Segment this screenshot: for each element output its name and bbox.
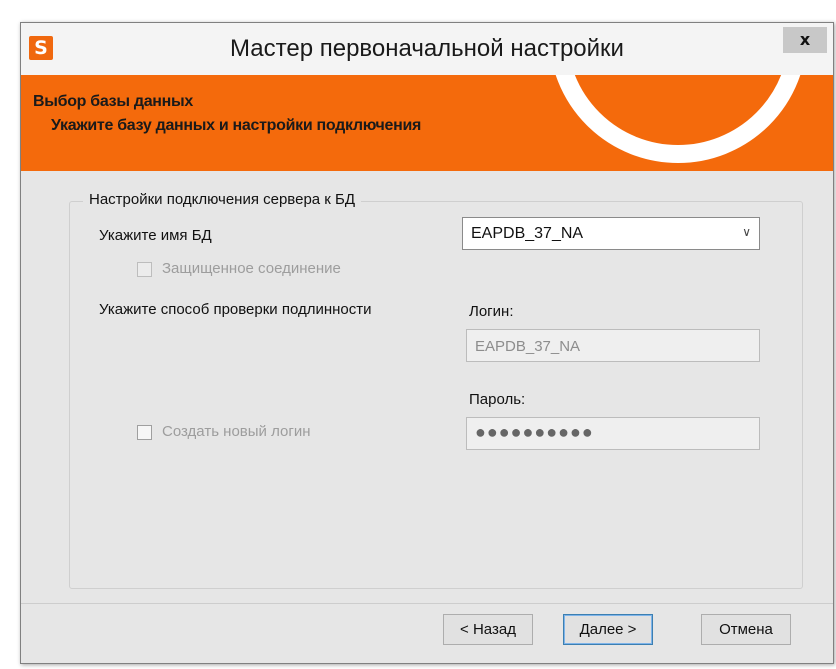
auth-method-label: Укажите способ проверки подлинности (99, 301, 372, 318)
db-name-label: Укажите имя БД (99, 227, 212, 244)
create-login-label: Создать новый логин (162, 423, 311, 440)
db-name-select[interactable]: EAPDB_37_NA ∨ (462, 217, 760, 250)
banner-title: Выбор базы данных (33, 93, 193, 110)
back-button[interactable]: < Назад (443, 614, 533, 645)
setup-wizard-window: S Мастер первоначальной настройки x Выбо… (20, 22, 834, 664)
secure-connection-checkbox[interactable] (137, 262, 152, 277)
close-button[interactable]: x (783, 27, 827, 53)
group-legend: Настройки подключения сервера к БД (83, 191, 362, 208)
next-button[interactable]: Далее > (563, 614, 653, 645)
login-field[interactable]: EAPDB_37_NA (466, 329, 760, 362)
background-window-strip (0, 0, 836, 22)
create-login-checkbox[interactable] (137, 425, 152, 440)
cancel-button[interactable]: Отмена (701, 614, 791, 645)
wizard-footer: < Назад Далее > Отмена (21, 604, 833, 663)
wizard-body: Настройки подключения сервера к БД Укажи… (21, 171, 833, 663)
login-label: Логин: (469, 303, 514, 320)
header-banner: Выбор базы данных Укажите базу данных и … (21, 75, 833, 171)
secure-connection-label: Защищенное соединение (162, 260, 341, 277)
chevron-down-icon: ∨ (742, 225, 751, 239)
title-bar: S Мастер первоначальной настройки x (21, 23, 833, 76)
login-value: EAPDB_37_NA (475, 338, 581, 355)
banner-logo-arc (549, 75, 807, 163)
password-label: Пароль: (469, 391, 526, 408)
db-name-value: EAPDB_37_NA (471, 225, 584, 242)
password-field[interactable]: ●●●●●●●●●● (466, 417, 760, 450)
window-title: Мастер первоначальной настройки (230, 35, 624, 62)
password-mask: ●●●●●●●●●● (475, 422, 594, 442)
banner-subtitle: Укажите базу данных и настройки подключе… (51, 117, 422, 134)
